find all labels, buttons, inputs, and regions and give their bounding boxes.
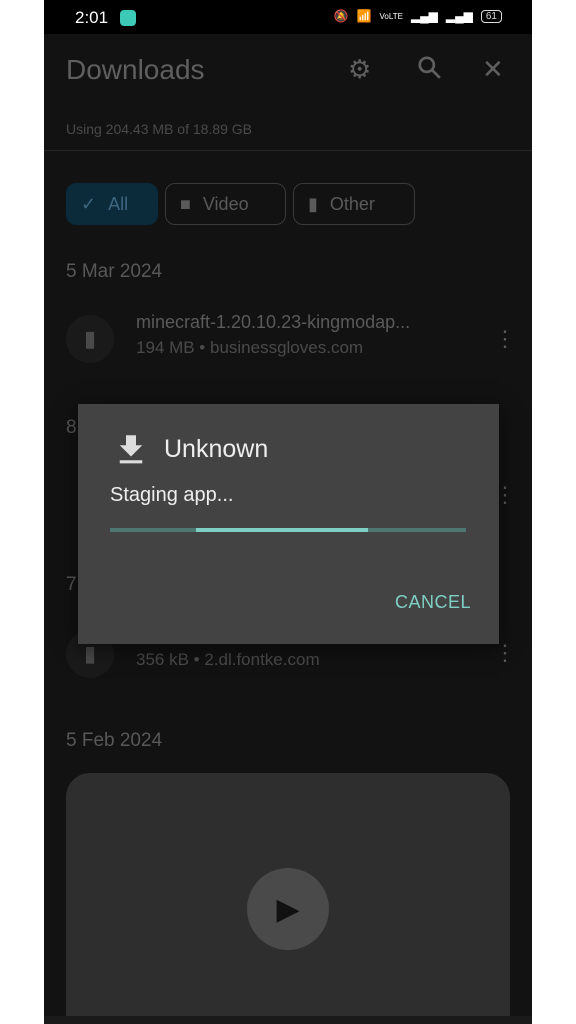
progress-indicator (196, 528, 368, 532)
file-meta: 356 kB • 2.dl.fontke.com (136, 650, 320, 669)
signal-icon-2: ▂▄▆ (445, 9, 473, 23)
settings-icon[interactable]: ⚙ (348, 54, 371, 85)
filter-other[interactable]: ▮ Other (293, 183, 415, 225)
more-options-icon[interactable]: ⋮ (494, 326, 516, 352)
storage-usage: Using 204.43 MB of 18.89 GB (66, 121, 252, 137)
file-icon: ▮ (66, 315, 114, 363)
divider (44, 150, 532, 151)
download-icon (116, 432, 146, 473)
check-icon: ✓ (81, 193, 97, 214)
section-date: 7 (66, 574, 77, 595)
section-date: 5 Mar 2024 (66, 261, 163, 282)
wifi-icon: 📶 (356, 9, 372, 23)
search-icon[interactable] (416, 54, 442, 87)
file-name[interactable]: minecraft-1.20.10.23-kingmodap... (136, 312, 410, 333)
notification-app-icon (120, 10, 136, 26)
file-icon: ▮ (308, 193, 318, 214)
signal-icon: ▂▄▆ (410, 9, 438, 23)
play-icon[interactable]: ▶ (247, 868, 329, 950)
volte-label: VoLTE (379, 11, 403, 21)
page-title: Downloads (66, 54, 205, 85)
status-bar: 2:01 🔕 📶 VoLTE ▂▄▆ ▂▄▆ 61 (44, 0, 532, 34)
file-meta: 194 MB • businessgloves.com (136, 338, 364, 357)
status-time: 2:01 (75, 8, 109, 27)
mute-icon: 🔕 (333, 9, 349, 23)
screen: 2:01 🔕 📶 VoLTE ▂▄▆ ▂▄▆ 61 Downloads ⚙ ✕ … (44, 0, 532, 1024)
dialog-title: Unknown (164, 435, 269, 463)
videocam-icon: ■ (180, 193, 191, 214)
filter-video[interactable]: ■ Video (165, 183, 286, 225)
section-date: 5 Feb 2024 (66, 730, 163, 751)
progress-bar (110, 528, 466, 532)
dialog-message: Staging app... (110, 484, 234, 506)
close-icon[interactable]: ✕ (482, 54, 504, 85)
cancel-button[interactable]: CANCEL (395, 592, 471, 613)
battery-icon: 61 (480, 9, 502, 23)
filter-all[interactable]: ✓ All (66, 183, 158, 225)
navigation-bar (44, 1016, 532, 1024)
section-date: 8 (66, 417, 77, 438)
